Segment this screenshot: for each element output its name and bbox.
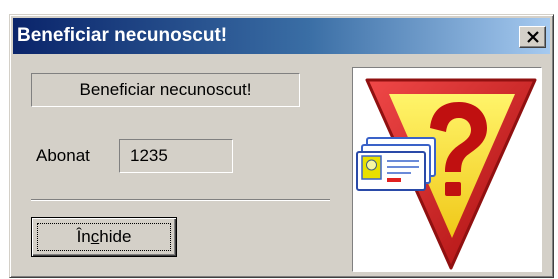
message-text: Beneficiar necunoscut! [79, 80, 252, 99]
id-card-icon [356, 137, 436, 191]
unknown-beneficiary-warning-icon [356, 78, 537, 270]
window-title: Beneficiar necunoscut! [17, 25, 228, 46]
subscriber-value: 1235 [130, 146, 168, 165]
close-button[interactable]: Închide [31, 217, 177, 257]
subscriber-field: 1235 [119, 139, 233, 173]
icon-panel [352, 67, 542, 272]
message-box: Beneficiar necunoscut! [31, 73, 300, 107]
close-button-label: Închide [76, 227, 132, 246]
separator [31, 199, 330, 201]
dialog-window: Beneficiar necunoscut! Beneficiar necuno… [9, 14, 554, 278]
window-close-button[interactable] [519, 26, 546, 48]
close-icon [526, 31, 539, 43]
close-button-focus: Închide [37, 223, 171, 251]
subscriber-label: Abonat [36, 146, 90, 165]
title-bar[interactable]: Beneficiar necunoscut! [13, 18, 550, 54]
